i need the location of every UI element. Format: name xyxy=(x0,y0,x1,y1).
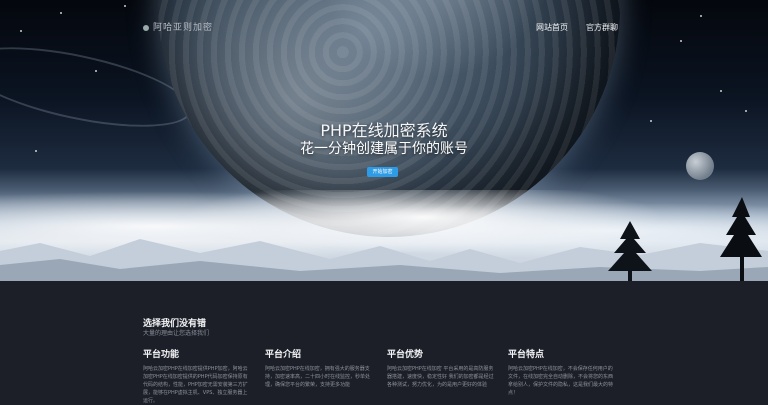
feature-text: 阿哈云加密PHP在线加密 平台采用的是高防服务器搭建，速度快，稳定性好 我们的加… xyxy=(387,366,494,388)
nav-group-link[interactable]: 官方群聊 xyxy=(586,22,618,33)
section-subtitle: 大量的理由让您选择我们 xyxy=(143,330,210,337)
start-encrypt-button[interactable]: 开始加密 xyxy=(367,167,398,177)
tree-image xyxy=(608,221,652,281)
feature-title: 平台优势 xyxy=(387,350,424,360)
feature-column: 平台介绍 阿哈云加密PHP在线加密，拥有强大的服务器支持，加密速率高，二十四小时… xyxy=(265,347,373,389)
tree-image-2 xyxy=(720,197,762,281)
features-section: 选择我们没有错 大量的理由让您选择我们 平台功能 阿哈云加密PHP在线加密提供P… xyxy=(0,281,768,405)
feature-text: 阿哈云加密PHP在线加密，拥有强大的服务器支持，加密速率高，二十四小时在线监控，… xyxy=(265,366,371,388)
nav-home-link[interactable]: 网站首页 xyxy=(536,22,568,33)
hero-banner: 阿哈亚则加密 网站首页 官方群聊 PHP在线加密系统 花一分钟创建属于你的账号 … xyxy=(0,0,768,281)
feature-title: 平台特点 xyxy=(508,350,545,360)
feature-column: 平台优势 阿哈云加密PHP在线加密 平台采用的是高防服务器搭建，速度快，稳定性好… xyxy=(387,347,495,389)
logo-icon xyxy=(143,24,149,31)
site-logo[interactable]: 阿哈亚则加密 xyxy=(143,20,213,33)
hero-subtitle: 花一分钟创建属于你的账号 xyxy=(300,141,468,157)
feature-title: 平台介绍 xyxy=(265,350,302,360)
feature-column: 平台特点 阿哈云加密PHP在线加密，不会保存任何用户的文件，在线加密完全自动删除… xyxy=(508,347,616,397)
feature-text: 阿哈云加密PHP在线加密提供PHP加密，阿哈云加密PHP在线加密提供的PHP代码… xyxy=(143,366,248,404)
feature-text: 阿哈云加密PHP在线加密，不会保存任何用户的文件，在线加密完全自动删除，不会将您… xyxy=(508,366,614,396)
feature-column: 平台功能 阿哈云加密PHP在线加密提供PHP加密，阿哈云加密PHP在线加密提供的… xyxy=(143,347,251,405)
top-nav: 网站首页 官方群聊 xyxy=(536,22,618,33)
logo-text: 阿哈亚则加密 xyxy=(153,23,214,33)
feature-title: 平台功能 xyxy=(143,350,180,360)
